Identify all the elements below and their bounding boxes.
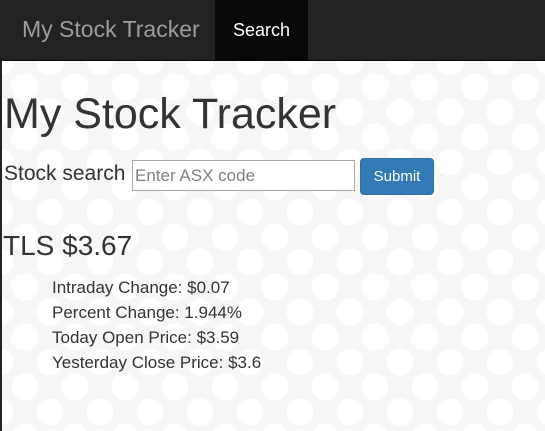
navbar-brand[interactable]: My Stock Tracker (22, 16, 200, 43)
percent-change: Percent Change: 1.944% (52, 303, 242, 322)
page-left-border (0, 0, 2, 431)
asx-code-input[interactable] (132, 160, 355, 191)
page-title: My Stock Tracker (4, 90, 337, 138)
quote-details-list: Intraday Change: $0.07 Percent Change: 1… (52, 275, 261, 375)
intraday-change: Intraday Change: $0.07 (52, 278, 230, 297)
yesterday-close-price: Yesterday Close Price: $3.6 (52, 353, 262, 372)
submit-button[interactable]: Submit (360, 158, 434, 195)
top-navbar: My Stock Tracker Search (0, 0, 545, 61)
quote-heading: TLS $3.67 (3, 230, 133, 261)
today-open-price: Today Open Price: $3.59 (52, 328, 240, 347)
nav-item-search[interactable]: Search (215, 0, 308, 61)
stock-search-label: Stock search (4, 162, 126, 185)
